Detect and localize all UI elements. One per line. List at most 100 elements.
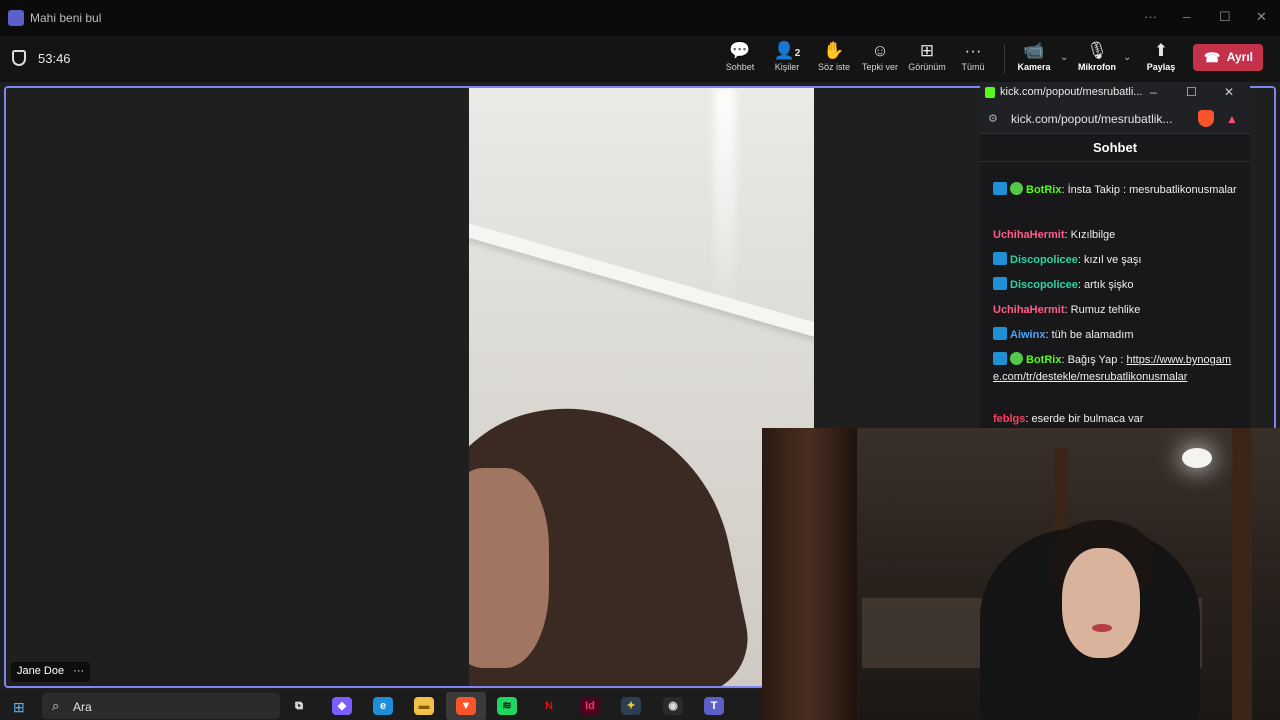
chat-message: feblgs: eserde bir bulmaca var <box>993 411 1238 428</box>
subscriber-badge-icon <box>993 352 1007 365</box>
kick-logo-icon <box>985 87 995 98</box>
ellipsis-icon: ··· <box>964 41 982 60</box>
raise-hand-button[interactable]: ✋ Söz iste <box>808 40 860 80</box>
chat-username[interactable]: feblgs <box>993 413 1025 425</box>
taskbar-copilot-icon[interactable]: ◆ <box>332 697 352 715</box>
chat-message: UchihaHermit: Kızılbilge <box>993 227 1238 244</box>
webcam-person-face <box>1062 548 1140 658</box>
title-bar: Mahi beni bul ··· – ☐ ✕ <box>0 0 1280 36</box>
url-text[interactable]: kick.com/popout/mesrubatlik... <box>1011 112 1172 126</box>
smiley-icon: ☺ <box>871 41 889 60</box>
maximize-button[interactable]: ☐ <box>1219 9 1231 25</box>
chat-message-list[interactable]: BotRix: İnsta Takip : mesrubatlikonusmal… <box>980 162 1250 428</box>
meeting-toolbar: 53:46 💬 Sohbet 👤2 Kişiler ✋ Söz iste ☺ T… <box>0 36 1280 82</box>
taskbar-edge-icon[interactable]: e <box>373 697 393 715</box>
teams-logo-icon <box>8 10 24 26</box>
chat-username[interactable]: BotRix <box>1026 354 1061 366</box>
microphone-options-chevron-icon[interactable]: ⌄ <box>1123 52 1131 63</box>
browser-close-button[interactable]: ✕ <box>1224 85 1234 99</box>
chat-username[interactable]: Aiwinx <box>1010 329 1045 341</box>
chat-username[interactable]: Discopolicee <box>1010 254 1078 266</box>
chat-text: : İnsta Takip : mesrubatlikonusmalar <box>1061 184 1237 196</box>
chat-message: Discopolicee: artık şişko <box>993 277 1238 294</box>
browser-popout-window: kick.com/popout/mesrubatli... – ☐ ✕ ⚙ ki… <box>980 82 1250 428</box>
chat-text: : kızıl ve şaşı <box>1077 254 1142 266</box>
hand-icon: ✋ <box>823 41 845 60</box>
taskbar-file-explorer-icon[interactable]: ▬ <box>414 697 434 715</box>
react-button[interactable]: ☺ Tepki ver <box>854 40 906 80</box>
browser-tab-title: kick.com/popout/mesrubatli... <box>1000 86 1143 98</box>
webcam-lamp <box>1182 448 1212 468</box>
taskbar-obs-icon[interactable]: ◉ <box>663 697 683 715</box>
share-icon: ⬆ <box>1153 41 1169 60</box>
toolbar-divider <box>1004 44 1005 74</box>
taskbar-indesign-icon[interactable]: Id <box>580 697 600 715</box>
search-placeholder: Ara <box>73 700 92 714</box>
webcam-person-lips <box>1092 624 1112 632</box>
search-icon: ⌕ <box>52 698 60 713</box>
verified-badge-icon <box>1010 352 1023 365</box>
chat-username[interactable]: UchihaHermit <box>993 229 1065 241</box>
camera-button[interactable]: 📹 Kamera <box>1008 40 1060 80</box>
participant-more-icon[interactable]: ··· <box>73 665 84 677</box>
brave-shields-icon[interactable] <box>1198 110 1214 127</box>
taskbar-brave-icon[interactable]: ▼ <box>456 697 476 715</box>
people-button[interactable]: 👤2 Kişiler <box>761 40 813 80</box>
subscriber-badge-icon <box>993 252 1007 265</box>
chat-button[interactable]: 💬 Sohbet <box>714 40 766 80</box>
chat-text: : tüh be alamadım <box>1045 329 1134 341</box>
people-count: 2 <box>794 48 801 59</box>
chat-username[interactable]: BotRix <box>1026 184 1061 196</box>
taskbar-task-view-icon[interactable]: ⧉ <box>289 697 309 715</box>
chat-text: : Kızılbilge <box>1064 229 1116 241</box>
windows-start-icon[interactable]: ⊞ <box>13 699 25 716</box>
subscriber-badge-icon <box>993 327 1007 340</box>
meeting-timer: 53:46 <box>38 51 71 66</box>
people-icon: 👤2 <box>773 41 801 60</box>
chat-message: BotRix: Bağış Yap : https://www.bynogame… <box>993 352 1238 386</box>
more-button[interactable]: ··· Tümü <box>947 40 999 80</box>
site-settings-icon[interactable]: ⚙ <box>988 112 998 125</box>
shield-icon <box>12 50 26 66</box>
share-button[interactable]: ⬆ Paylaş <box>1135 40 1187 80</box>
camera-options-chevron-icon[interactable]: ⌄ <box>1060 52 1068 63</box>
verified-badge-icon <box>1010 182 1023 195</box>
microphone-icon: 🎙 <box>1086 41 1108 60</box>
close-button[interactable]: ✕ <box>1256 9 1267 25</box>
video-ceiling-moulding <box>469 220 814 350</box>
chat-username[interactable]: UchihaHermit <box>993 304 1065 316</box>
video-light-streak <box>714 88 736 318</box>
camera-off-icon: 📹 <box>1023 41 1045 60</box>
webcam-window-frame <box>762 428 857 720</box>
browser-title-bar: kick.com/popout/mesrubatli... – ☐ ✕ <box>980 82 1250 104</box>
phone-hangup-icon: ☎ <box>1204 50 1221 65</box>
chat-message: UchihaHermit: Rumuz tehlike <box>993 302 1238 319</box>
webcam-window-post <box>1232 428 1252 720</box>
address-bar[interactable]: ⚙ kick.com/popout/mesrubatlik... ▲ <box>980 104 1250 134</box>
leave-button[interactable]: ☎ Ayrıl <box>1193 44 1263 71</box>
participant-nameplate[interactable]: Jane Doe ··· <box>11 662 91 682</box>
minimize-button[interactable]: – <box>1183 9 1190 24</box>
window-title: Mahi beni bul <box>30 11 102 25</box>
subscriber-badge-icon <box>993 277 1007 290</box>
taskbar-teams-icon[interactable]: T <box>704 697 724 715</box>
microphone-button[interactable]: 🎙 Mikrofon <box>1071 40 1123 80</box>
video-person-face <box>469 468 549 668</box>
warning-icon[interactable]: ▲ <box>1226 112 1238 126</box>
webcam-overlay <box>762 428 1280 720</box>
taskbar-search[interactable]: ⌕ Ara <box>42 693 280 719</box>
taskbar-netflix-icon[interactable]: N <box>539 697 559 715</box>
subscriber-badge-icon <box>993 182 1007 195</box>
chat-username[interactable]: Discopolicee <box>1010 279 1078 291</box>
taskbar: ⊞ ⌕ Ara ⧉ ◆ e ▬ ▼ ≋ N Id ✦ ◉ T <box>0 692 762 720</box>
taskbar-davinci-icon[interactable]: ✦ <box>621 697 641 715</box>
grid-icon: ⊞ <box>919 41 935 60</box>
taskbar-spotify-icon[interactable]: ≋ <box>497 697 517 715</box>
more-options-icon[interactable]: ··· <box>1144 9 1157 24</box>
chat-text: : artık şişko <box>1077 279 1134 291</box>
browser-maximize-button[interactable]: ☐ <box>1186 85 1197 99</box>
participant-name: Jane Doe <box>17 665 65 677</box>
chat-text: : Bağış Yap : <box>1061 354 1127 366</box>
view-button[interactable]: ⊞ Görünüm <box>901 40 953 80</box>
browser-minimize-button[interactable]: – <box>1150 85 1157 99</box>
